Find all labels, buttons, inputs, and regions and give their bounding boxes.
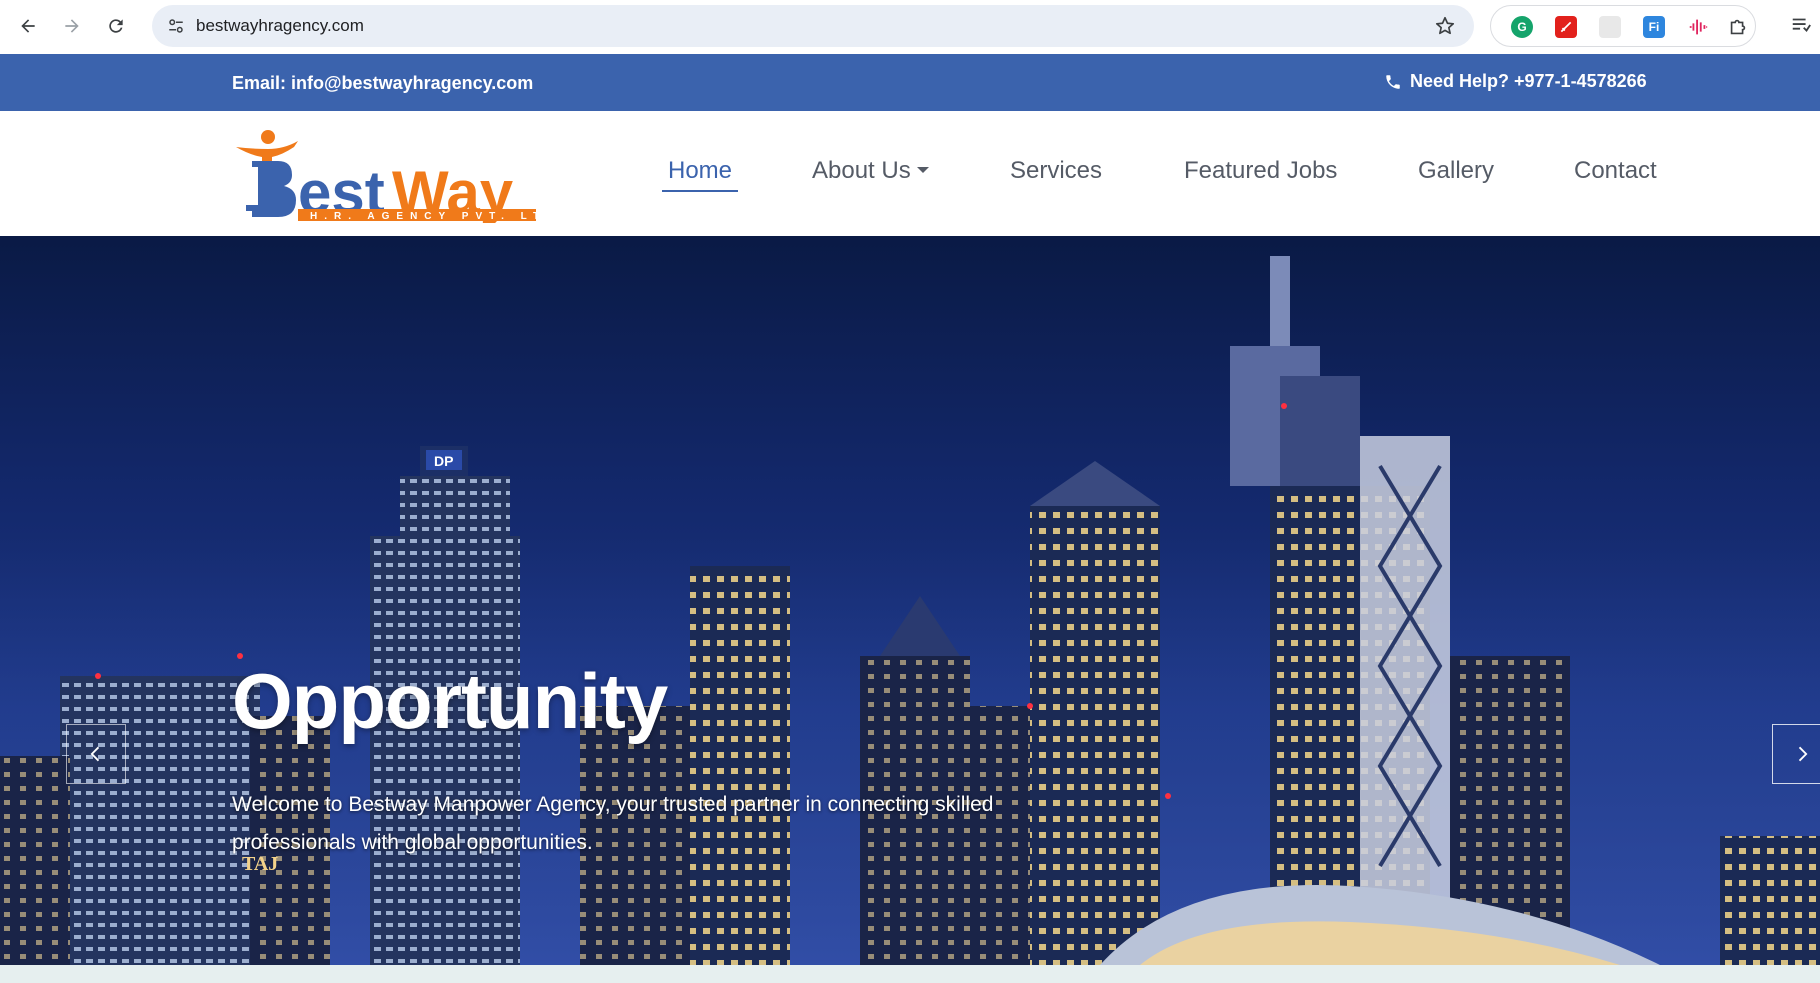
nav-home[interactable]: Home <box>661 157 739 192</box>
topbar-help[interactable]: Need Help? +977-1-4578266 <box>1384 71 1647 92</box>
star-icon[interactable] <box>1432 13 1458 39</box>
address-bar[interactable]: bestwayhragency.com <box>152 5 1474 47</box>
forward-button[interactable] <box>56 10 88 42</box>
topbar-email[interactable]: Email: info@bestwayhragency.com <box>232 73 533 94</box>
audio-wave-icon[interactable] <box>1687 16 1709 38</box>
grammarly-icon[interactable]: G <box>1511 16 1533 38</box>
nav-services[interactable]: Services <box>1010 157 1102 185</box>
arrow-left-icon <box>21 19 35 33</box>
site-header: est Way H.R. AGENCY PVT. LTD Home About … <box>0 111 1820 236</box>
nav-about-us-label: About Us <box>812 157 911 184</box>
nav-gallery[interactable]: Gallery <box>1418 157 1494 185</box>
caret-down-icon <box>916 166 929 173</box>
os-taskbar <box>0 965 1820 983</box>
nav-about-us[interactable]: About Us <box>812 157 929 185</box>
chevron-right-icon <box>1798 746 1808 762</box>
main-nav: Home About Us Services Featured Jobs Gal… <box>0 111 1820 236</box>
hero-title: Opportunity <box>232 657 668 745</box>
puzzle-icon[interactable] <box>1727 16 1749 38</box>
nav-contact[interactable]: Contact <box>1574 157 1657 185</box>
help-phone-text: Need Help? +977-1-4578266 <box>1410 71 1647 91</box>
hero-description: Welcome to Bestway Manpower Agency, your… <box>232 793 994 854</box>
fi-extension-icon[interactable]: Fi <box>1643 16 1665 38</box>
pdf-icon[interactable] <box>1555 16 1577 38</box>
fi-extension-label: Fi <box>1648 20 1660 34</box>
reload-icon <box>109 19 123 33</box>
arrow-right-icon <box>65 19 79 33</box>
carousel-next-button[interactable] <box>1772 724 1820 784</box>
site-info-icon[interactable] <box>162 12 190 40</box>
reading-list-icon[interactable] <box>1790 14 1814 38</box>
dp-sign: DP <box>434 453 453 469</box>
phone-icon <box>1386 74 1400 89</box>
extensions-group: G Fi <box>1490 5 1756 47</box>
blank-extension-icon[interactable] <box>1599 16 1621 38</box>
reload-button[interactable] <box>100 10 132 42</box>
nav-featured-jobs[interactable]: Featured Jobs <box>1184 157 1337 185</box>
chevron-left-icon <box>90 746 100 762</box>
back-button[interactable] <box>12 10 44 42</box>
carousel-prev-button[interactable] <box>66 724 126 784</box>
hero-carousel: DP TAJ Opportunity Welcome to Bestway Ma… <box>0 236 1820 965</box>
contact-topbar: Email: info@bestwayhragency.com Need Hel… <box>0 54 1820 111</box>
browser-toolbar: bestwayhragency.com G Fi <box>0 0 1820 54</box>
url-text[interactable]: bestwayhragency.com <box>196 16 364 36</box>
